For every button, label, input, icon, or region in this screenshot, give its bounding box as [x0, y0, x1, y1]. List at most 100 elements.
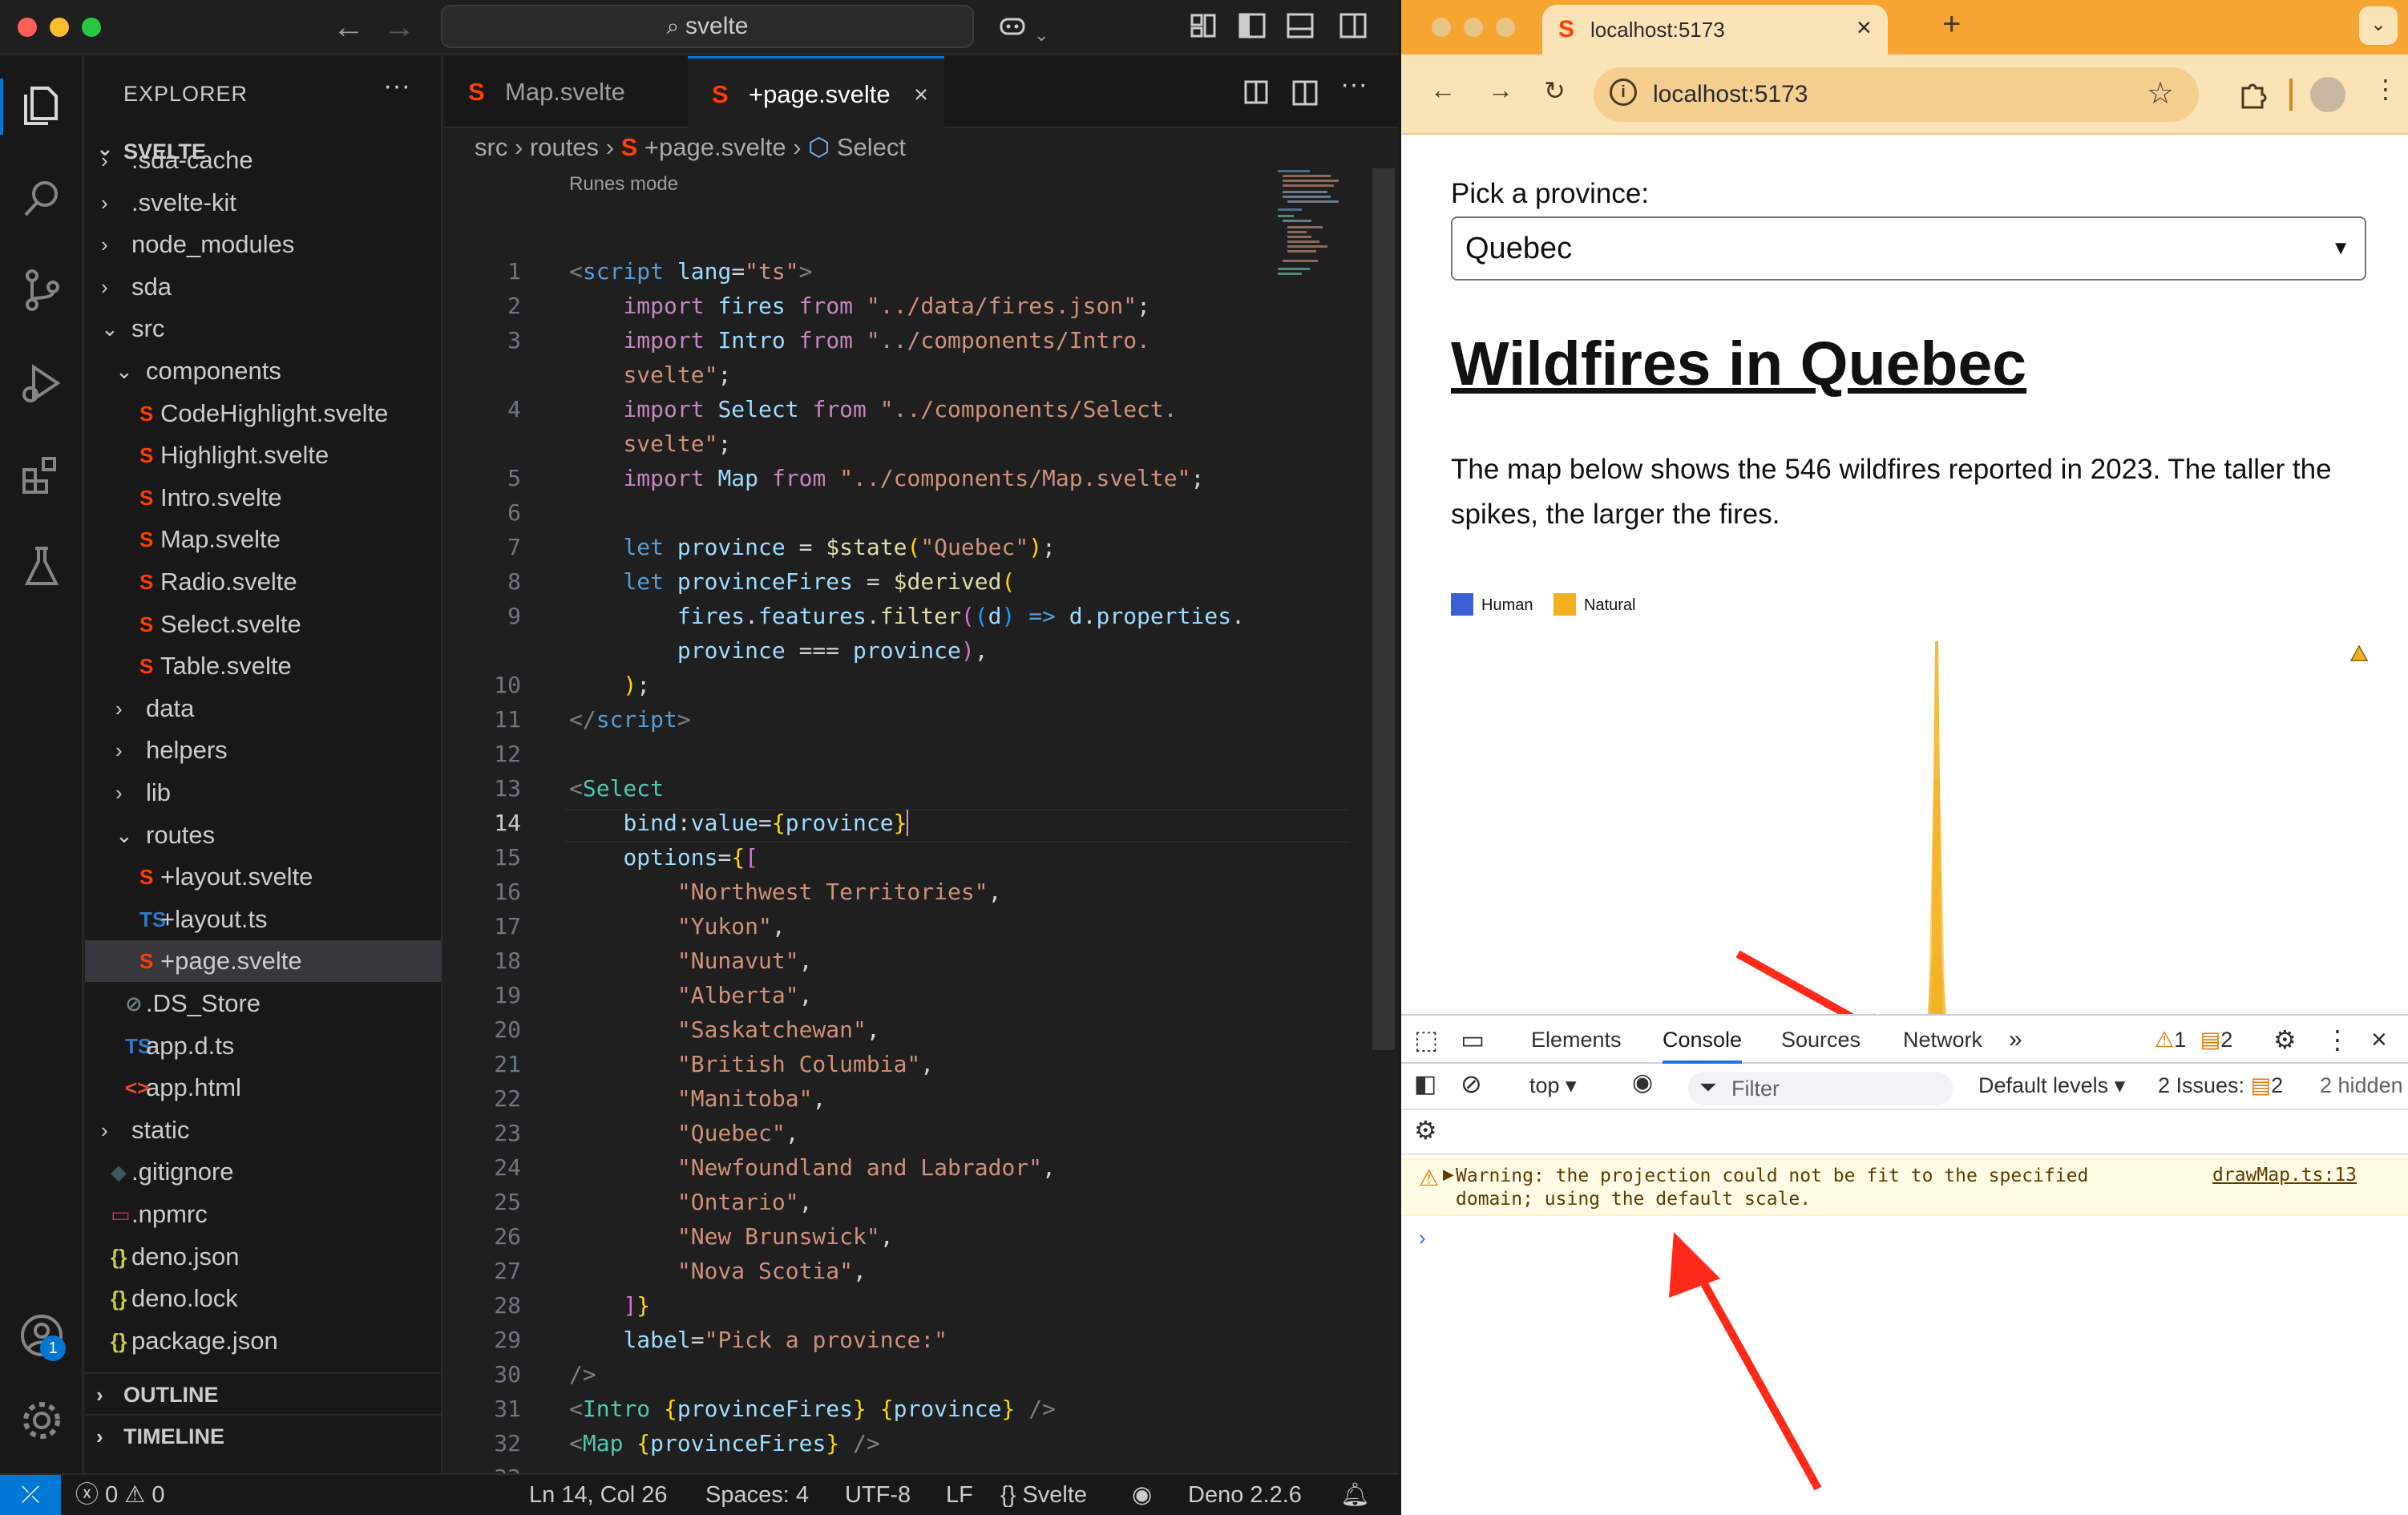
- breadcrumb-src[interactable]: src: [475, 133, 507, 161]
- close-tab-icon[interactable]: ×: [914, 59, 928, 131]
- tree-item[interactable]: S Radio.svelte: [85, 561, 441, 603]
- tab-network[interactable]: Network: [1903, 1016, 1982, 1064]
- reload-icon[interactable]: ↻: [1544, 75, 1566, 106]
- browser-tab[interactable]: S localhost:5173 ×: [1542, 5, 1888, 55]
- forward-arrow-icon[interactable]: →: [383, 10, 415, 45]
- zoom-window-button[interactable]: [1496, 18, 1515, 37]
- back-arrow-icon[interactable]: ←: [333, 10, 365, 45]
- toggle-primary-sidebar-icon[interactable]: [1238, 11, 1267, 40]
- tree-item[interactable]: S CodeHighlight.svelte: [85, 393, 441, 434]
- devtools-menu-icon[interactable]: ⋮: [2325, 1016, 2350, 1064]
- breadcrumb-routes[interactable]: routes: [530, 133, 599, 161]
- toggle-secondary-sidebar-icon[interactable]: [1339, 11, 1368, 40]
- warnings-counter[interactable]: ⚠1 ▤2: [2155, 1016, 2232, 1064]
- tree-item[interactable]: › node_modules: [85, 224, 441, 265]
- customize-layout-icon[interactable]: [1190, 11, 1218, 40]
- tab-search-icon[interactable]: ⌄: [2359, 6, 2398, 45]
- explorer-files-icon[interactable]: [18, 82, 66, 130]
- console-warning-message[interactable]: ⚠ ▶ Warning: the projection could not be…: [1401, 1158, 2408, 1216]
- source-control-icon[interactable]: [18, 266, 66, 314]
- tree-item[interactable]: S +page.svelte: [85, 940, 441, 983]
- context-selector[interactable]: top ▾: [1529, 1073, 1577, 1098]
- tree-item[interactable]: › lib: [85, 772, 441, 814]
- tree-item[interactable]: ▭ .npmrc: [85, 1194, 441, 1235]
- live-expression-eye-icon[interactable]: ◉: [1632, 1069, 1653, 1097]
- tree-item[interactable]: S Select.svelte: [85, 604, 441, 645]
- minimize-window-button[interactable]: [50, 18, 69, 37]
- extensions-icon[interactable]: [18, 450, 66, 499]
- search-icon[interactable]: [18, 175, 66, 223]
- tab-sources[interactable]: Sources: [1781, 1016, 1861, 1064]
- tree-item[interactable]: TS app.d.ts: [85, 1025, 441, 1067]
- minimap[interactable]: [1278, 168, 1350, 313]
- open-preview-icon[interactable]: [1242, 79, 1271, 107]
- show-sidebar-icon[interactable]: ◧: [1414, 1070, 1436, 1098]
- tree-item[interactable]: ⌄ src: [85, 308, 441, 349]
- language-mode[interactable]: {} Svelte: [1000, 1475, 1087, 1515]
- address-bar[interactable]: i localhost:5173 ☆: [1594, 67, 2199, 122]
- bookmark-star-icon[interactable]: ☆: [2147, 75, 2174, 111]
- forward-arrow-icon[interactable]: →: [1488, 75, 1513, 105]
- console-settings-gear-icon[interactable]: ⚙: [1414, 1115, 1437, 1145]
- tab-page-svelte[interactable]: S +page.svelte ×: [688, 56, 944, 128]
- province-select[interactable]: Quebec ▼: [1451, 216, 2366, 281]
- close-tab-icon[interactable]: ×: [1857, 13, 1872, 42]
- log-levels-dropdown[interactable]: Default levels ▾: [1978, 1073, 2125, 1098]
- warning-source-link[interactable]: drawMap.ts:13: [2212, 1165, 2357, 1186]
- tree-item[interactable]: {} deno.json: [85, 1236, 441, 1278]
- close-window-button[interactable]: [1432, 18, 1451, 37]
- clear-console-icon[interactable]: ⊘: [1461, 1069, 1482, 1099]
- tree-item[interactable]: S Map.svelte: [85, 519, 441, 560]
- problems-indicator[interactable]: ⓧ 0 ⚠ 0: [75, 1475, 164, 1515]
- tree-item[interactable]: <> app.html: [85, 1067, 441, 1109]
- issues-counter[interactable]: 2 Issues: ▤2: [2158, 1073, 2283, 1098]
- tree-item[interactable]: › helpers: [85, 729, 441, 771]
- console-filter-input[interactable]: ⏷ Filter: [1688, 1072, 1953, 1105]
- tree-item[interactable]: ⊘ .DS_Store: [85, 983, 441, 1024]
- end-of-line[interactable]: LF: [946, 1475, 973, 1515]
- minimize-window-button[interactable]: [1464, 18, 1483, 37]
- toggle-panel-icon[interactable]: [1286, 11, 1315, 40]
- remote-indicator-icon[interactable]: ⤫: [0, 1475, 61, 1515]
- tab-map-svelte[interactable]: S Map.svelte: [444, 56, 685, 128]
- indentation[interactable]: Spaces: 4: [705, 1475, 809, 1515]
- tree-item[interactable]: › .svelte-kit: [85, 182, 441, 224]
- profile-avatar[interactable]: [2310, 77, 2345, 112]
- tree-item[interactable]: {} package.json: [85, 1320, 441, 1362]
- outline-section[interactable]: › OUTLINE: [85, 1372, 441, 1414]
- tree-item[interactable]: › sda: [85, 266, 441, 308]
- tree-item[interactable]: {} deno.lock: [85, 1278, 441, 1319]
- settings-gear-icon[interactable]: [18, 1396, 66, 1444]
- notifications-bell-icon[interactable]: 🔔︎: [1340, 1475, 1370, 1515]
- tree-item[interactable]: S +layout.svelte: [85, 856, 441, 898]
- back-arrow-icon[interactable]: ←: [1430, 75, 1456, 105]
- tree-item[interactable]: › static: [85, 1109, 441, 1151]
- tree-item[interactable]: › data: [85, 688, 441, 729]
- console-prompt[interactable]: ›: [1419, 1226, 1426, 1250]
- tab-elements[interactable]: Elements: [1531, 1016, 1622, 1064]
- tree-item[interactable]: › .sda-cache: [85, 139, 441, 181]
- close-window-button[interactable]: [18, 18, 37, 37]
- devtools-settings-gear-icon[interactable]: ⚙: [2273, 1016, 2297, 1064]
- more-tabs-icon[interactable]: »: [2009, 1016, 2022, 1064]
- device-toolbar-icon[interactable]: ▭: [1461, 1016, 1485, 1064]
- tree-item[interactable]: ⌄ routes: [85, 814, 441, 856]
- close-devtools-icon[interactable]: ×: [2371, 1016, 2387, 1064]
- encoding[interactable]: UTF-8: [845, 1475, 911, 1515]
- split-editor-icon[interactable]: [1291, 79, 1319, 107]
- tree-item[interactable]: TS +layout.ts: [85, 899, 441, 940]
- breadcrumb-file[interactable]: +page.svelte: [644, 133, 786, 161]
- site-info-icon[interactable]: i: [1610, 79, 1637, 106]
- inspect-element-icon[interactable]: ⬚: [1414, 1016, 1438, 1064]
- vertical-scrollbar[interactable]: [1372, 168, 1395, 1050]
- breadcrumb-symbol[interactable]: Select: [837, 133, 906, 161]
- tree-item[interactable]: S Highlight.svelte: [85, 434, 441, 476]
- copilot-status-icon[interactable]: ◉: [1132, 1475, 1152, 1515]
- run-and-debug-icon[interactable]: [18, 359, 66, 407]
- tree-item[interactable]: ⌄ components: [85, 350, 441, 392]
- timeline-section[interactable]: › TIMELINE: [85, 1414, 441, 1456]
- expand-triangle-icon[interactable]: ▶: [1443, 1166, 1454, 1183]
- runtime-version[interactable]: Deno 2.2.6: [1188, 1475, 1302, 1515]
- testing-flask-icon[interactable]: [18, 542, 66, 590]
- more-actions-icon[interactable]: ···: [1340, 69, 1368, 100]
